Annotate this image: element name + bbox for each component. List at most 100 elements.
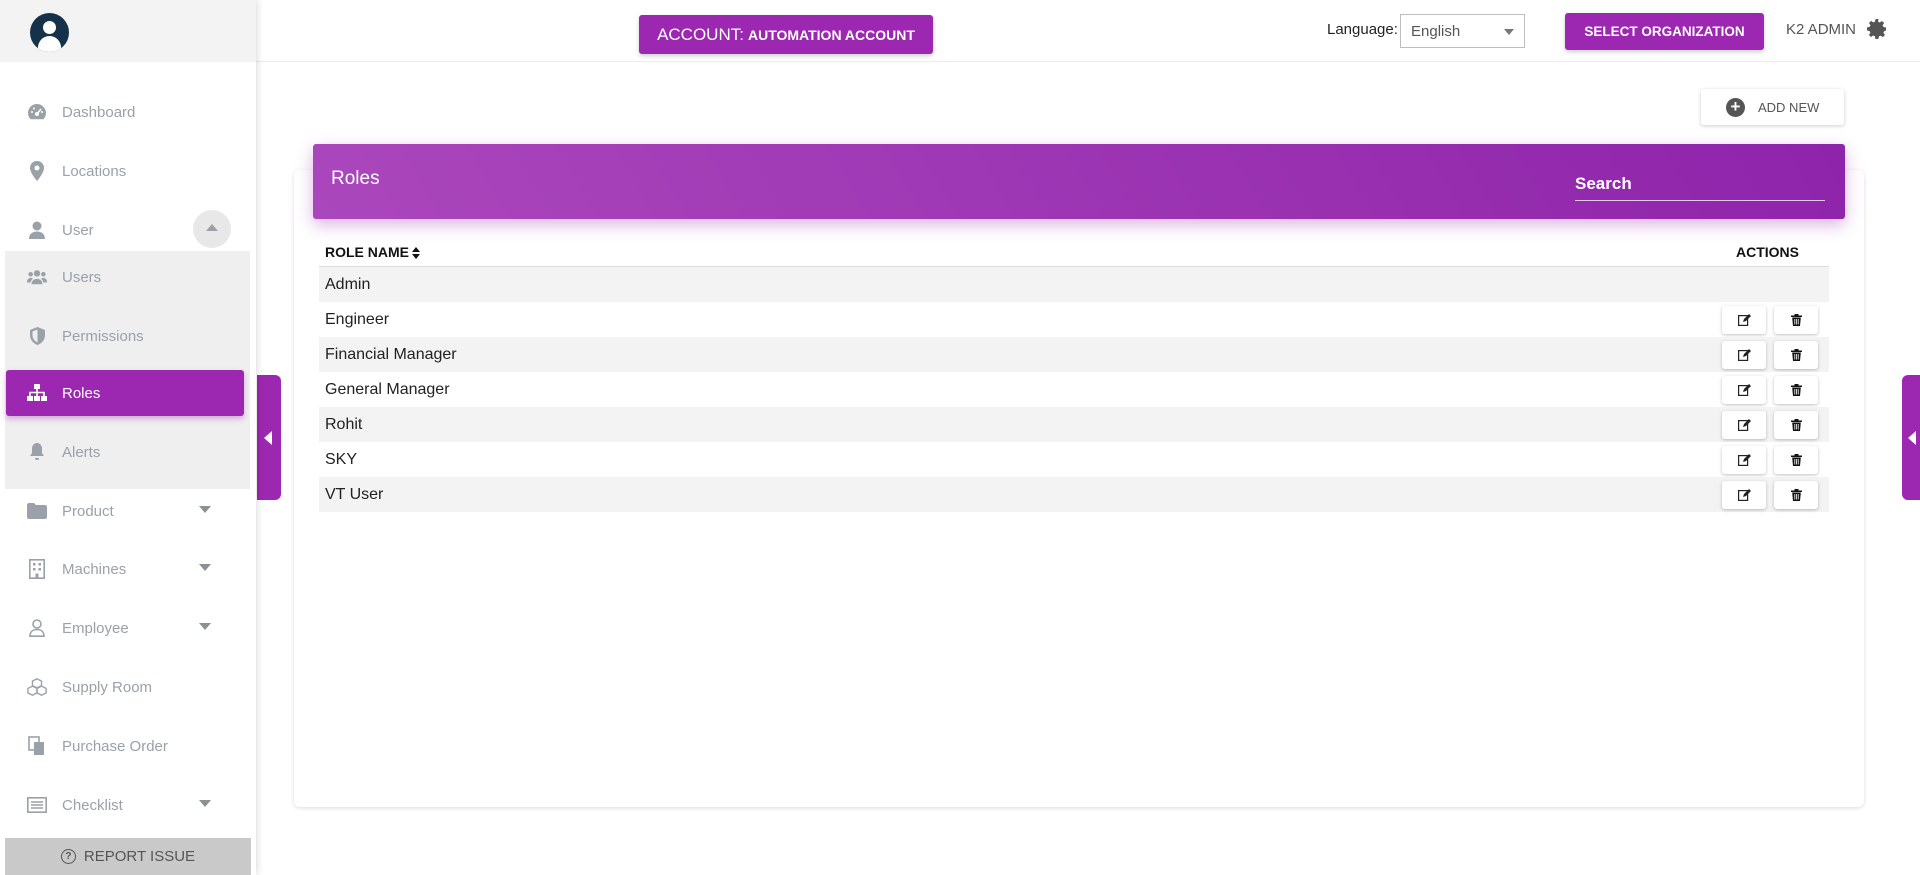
gear-icon[interactable] xyxy=(1865,17,1889,41)
table-row: SKY xyxy=(319,442,1829,477)
roles-table: ROLE NAME ACTIONS Admin Engineer Financial… xyxy=(319,238,1829,512)
language-label: Language: xyxy=(1327,21,1398,38)
account-button[interactable]: ACCOUNT: AUTOMATION ACCOUNT xyxy=(639,15,933,54)
chevron-down-icon xyxy=(199,564,211,571)
sidebar-item-locations[interactable]: Locations xyxy=(0,148,250,194)
role-name-cell: Rohit xyxy=(325,415,363,433)
trash-icon xyxy=(1790,349,1802,361)
edit-button[interactable] xyxy=(1722,446,1766,474)
sidebar-item-alerts[interactable]: Alerts xyxy=(0,429,250,475)
role-name-cell: General Manager xyxy=(325,380,450,398)
table-row: Rohit xyxy=(319,407,1829,442)
add-new-label: ADD NEW xyxy=(1758,99,1820,115)
search-input[interactable]: Search xyxy=(1575,166,1825,201)
bell-icon xyxy=(27,442,47,462)
sidebar-item-supply-room[interactable]: Supply Room xyxy=(0,664,250,710)
table-row: VT User xyxy=(319,477,1829,512)
edit-button[interactable] xyxy=(1722,306,1766,334)
sort-icon xyxy=(412,246,420,260)
delete-button[interactable] xyxy=(1774,376,1818,404)
trash-icon xyxy=(1790,384,1802,396)
column-role-name[interactable]: ROLE NAME xyxy=(325,244,420,260)
edit-icon xyxy=(1737,349,1751,361)
edit-button[interactable] xyxy=(1722,411,1766,439)
roles-card-header: Roles Search xyxy=(313,144,1845,219)
edit-button[interactable] xyxy=(1722,481,1766,509)
sidebar-item-machines[interactable]: Machines xyxy=(0,546,250,592)
user-icon xyxy=(27,220,47,240)
sidebar-item-label: Alerts xyxy=(62,443,101,461)
trash-icon xyxy=(1790,419,1802,431)
trash-icon xyxy=(1790,314,1802,326)
cubes-icon xyxy=(27,677,47,697)
checklist-icon xyxy=(27,795,47,815)
role-name-cell: Financial Manager xyxy=(325,345,457,363)
table-row: Financial Manager xyxy=(319,337,1829,372)
table-row: Admin xyxy=(319,267,1829,302)
sidebar-item-users[interactable]: Users xyxy=(0,254,250,300)
location-pin-icon xyxy=(27,161,47,181)
sidebar-item-label: Roles xyxy=(62,384,101,402)
chevron-down-icon xyxy=(199,623,211,630)
edit-icon xyxy=(1737,314,1751,326)
right-panel-tab[interactable] xyxy=(1902,375,1920,500)
sidebar-item-label: Locations xyxy=(62,162,127,180)
delete-button[interactable] xyxy=(1774,341,1818,369)
sidebar-item-label: User xyxy=(62,221,94,239)
account-name: AUTOMATION ACCOUNT xyxy=(747,26,915,43)
sidebar-item-dashboard[interactable]: Dashboard xyxy=(0,89,250,135)
sidebar-item-label: Supply Room xyxy=(62,678,153,696)
edit-icon xyxy=(1737,489,1751,501)
sidebar-item-permissions[interactable]: Permissions xyxy=(0,313,250,359)
language-select[interactable]: English xyxy=(1400,14,1525,48)
edit-icon xyxy=(1737,384,1751,396)
sitemap-icon xyxy=(27,383,47,403)
edit-icon xyxy=(1737,419,1751,431)
language-value: English xyxy=(1411,22,1461,40)
delete-button[interactable] xyxy=(1774,481,1818,509)
report-issue-label: REPORT ISSUE xyxy=(83,848,196,865)
users-icon xyxy=(27,267,47,287)
delete-button[interactable] xyxy=(1774,411,1818,439)
add-new-button[interactable]: + ADD NEW xyxy=(1701,89,1844,125)
sidebar-collapse-tab[interactable] xyxy=(257,375,281,500)
select-organization-button[interactable]: SELECT ORGANIZATION xyxy=(1565,13,1764,50)
table-header: ROLE NAME ACTIONS xyxy=(319,238,1829,267)
sidebar-item-label: Checklist xyxy=(62,796,123,814)
sidebar-item-roles[interactable]: Roles xyxy=(6,370,244,416)
trash-icon xyxy=(1790,489,1802,501)
delete-button[interactable] xyxy=(1774,446,1818,474)
sidebar-item-label: Permissions xyxy=(62,327,144,345)
report-issue-button[interactable]: ? REPORT ISSUE xyxy=(5,838,251,875)
person-outline-icon xyxy=(27,618,47,638)
edit-icon xyxy=(1737,454,1751,466)
sidebar-item-checklist[interactable]: Checklist xyxy=(0,782,250,828)
sidebar-item-user[interactable]: User xyxy=(0,207,250,253)
sidebar-item-label: Machines xyxy=(62,560,127,578)
column-actions: ACTIONS xyxy=(1736,244,1799,260)
edit-button[interactable] xyxy=(1722,376,1766,404)
plus-circle-icon: + xyxy=(1726,97,1745,117)
role-name-cell: Engineer xyxy=(325,310,390,328)
card-title: Roles xyxy=(331,168,380,189)
sidebar-header xyxy=(0,0,256,62)
role-name-cell: VT User xyxy=(325,485,384,503)
documents-icon xyxy=(27,736,47,756)
sidebar-item-label: Product xyxy=(62,502,114,520)
sidebar-item-product[interactable]: Product xyxy=(0,488,250,534)
role-name-cell: Admin xyxy=(325,275,371,293)
trash-icon xyxy=(1790,454,1802,466)
sidebar-item-label: Employee xyxy=(62,619,129,637)
avatar[interactable] xyxy=(30,13,69,52)
chevron-down-icon xyxy=(199,800,211,807)
chevron-down-icon xyxy=(199,506,211,513)
edit-button[interactable] xyxy=(1722,341,1766,369)
shield-icon xyxy=(27,326,47,346)
user-name[interactable]: K2 ADMIN xyxy=(1786,21,1856,38)
table-row: General Manager xyxy=(319,372,1829,407)
sidebar-item-purchase-order[interactable]: Purchase Order xyxy=(0,723,250,769)
sidebar-item-employee[interactable]: Employee xyxy=(0,605,250,651)
delete-button[interactable] xyxy=(1774,306,1818,334)
table-row: Engineer xyxy=(319,302,1829,337)
top-header: ACCOUNT: AUTOMATION ACCOUNT Language: En… xyxy=(256,0,1920,62)
